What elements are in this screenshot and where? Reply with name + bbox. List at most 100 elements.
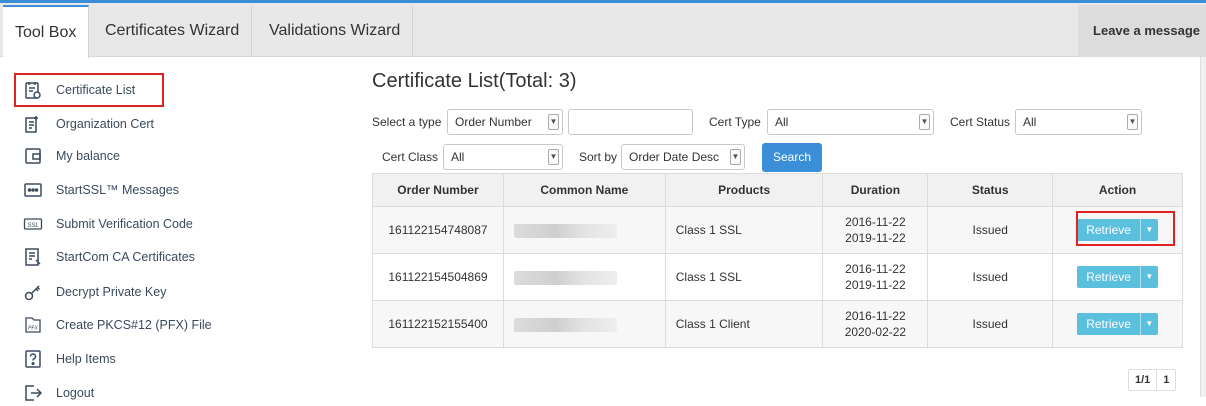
sort-by-label: Sort by [579, 150, 618, 164]
sidebar-item-startcom-ca-certificates[interactable]: StartCom CA Certificates [22, 244, 195, 270]
duration-cell: 2016-11-22 2019-11-22 [822, 253, 929, 301]
sidebar-highlight-box [14, 73, 164, 107]
sidebar-item-decrypt-private-key[interactable]: Decrypt Private Key [22, 279, 166, 305]
svg-text:SSL: SSL [27, 223, 38, 229]
sidebar-item-label: StartSSL™ Messages [56, 183, 179, 197]
product-cell: Class 1 SSL [664, 253, 824, 301]
sidebar-item-label: My balance [56, 149, 120, 163]
table-row: 161122152155400 Class 1 Client 2016-11-2… [372, 300, 1183, 348]
action-cell: Retrieve ▼ [1052, 253, 1183, 301]
top-tab-bar: Tool Box Certificates Wizard Validations… [0, 0, 1206, 58]
sidebar-item-help-items[interactable]: Help Items [22, 346, 116, 372]
duration-start: 2016-11-22 [845, 309, 906, 323]
sort-by-value: Order Date Desc [629, 150, 720, 164]
key-icon [22, 281, 44, 303]
cert-class-label: Cert Class [382, 150, 439, 164]
order-number-cell: 161122154748087 [372, 206, 504, 254]
sidebar-item-logout[interactable]: Logout [22, 380, 94, 406]
pfx-file-icon: PFX [22, 314, 44, 336]
cert-status-label: Cert Status [950, 115, 1011, 129]
svg-text:PFX: PFX [28, 326, 38, 332]
duration-start: 2016-11-22 [845, 215, 906, 229]
column-header: Status [927, 173, 1054, 207]
vertical-scrollbar[interactable] [1200, 57, 1206, 397]
cert-class-value: All [451, 150, 465, 164]
chevron-down-icon: ▼ [919, 114, 930, 130]
chevron-down-icon: ▼ [730, 149, 741, 165]
order-number-cell: 161122154504869 [372, 253, 504, 301]
page-link-current[interactable]: 1 [1156, 370, 1175, 390]
organization-cert-icon [22, 113, 44, 135]
sidebar-item-label: Decrypt Private Key [56, 285, 167, 299]
page-summary: 1/1 [1135, 374, 1151, 386]
sort-by-dropdown[interactable]: Order Date Desc ▼ [621, 144, 745, 170]
select-type-value: Order Number [455, 115, 532, 129]
message-icon [22, 179, 44, 201]
tab-certificates-wizard[interactable]: Certificates Wizard [93, 5, 253, 57]
pagination: 1/1 1 [1128, 369, 1177, 391]
cert-type-label: Cert Type [709, 115, 761, 129]
sidebar-item-label: Organization Cert [56, 117, 154, 131]
duration-end: 2019-11-22 [845, 231, 906, 245]
sidebar-item-label: Help Items [56, 352, 116, 366]
chevron-down-icon: ▼ [1127, 114, 1138, 130]
common-name-cell [502, 206, 666, 254]
certificate-table: Order Number Common Name Products Durati… [372, 173, 1183, 348]
sidebar-item-organization-cert[interactable]: Organization Cert [22, 111, 154, 137]
table-row: 161122154748087 Class 1 SSL 2016-11-22 20… [372, 206, 1183, 254]
sidebar-item-label: Submit Verification Code [56, 217, 193, 231]
status-cell: Issued [927, 206, 1054, 254]
leave-message-button[interactable]: Leave a message [1078, 5, 1206, 57]
retrieve-button-group: Retrieve ▼ [1077, 266, 1158, 288]
column-header: Action [1052, 173, 1183, 207]
top-accent-line [0, 0, 1206, 3]
column-header: Order Number [372, 173, 504, 207]
redacted-common-name [513, 317, 617, 332]
search-button[interactable]: Search [762, 143, 822, 172]
status-cell: Issued [927, 300, 1054, 348]
search-text-input[interactable] [568, 109, 693, 135]
caret-down-icon[interactable]: ▼ [1139, 266, 1158, 288]
chevron-down-icon: ▼ [548, 149, 559, 165]
retrieve-button[interactable]: Retrieve [1077, 266, 1140, 288]
column-header: Common Name [502, 173, 666, 207]
retrieve-button-group: Retrieve ▼ [1077, 313, 1158, 335]
ssl-code-icon: SSL [22, 213, 44, 235]
column-header: Products [664, 173, 824, 207]
product-cell: Class 1 Client [664, 300, 824, 348]
redacted-common-name [513, 270, 617, 285]
action-cell: Retrieve ▼ [1052, 300, 1183, 348]
ca-certificate-icon [22, 246, 44, 268]
page-title: Certificate List(Total: 3) [372, 70, 577, 92]
sidebar-item-my-balance[interactable]: My balance [22, 143, 120, 169]
cert-status-dropdown[interactable]: All ▼ [1015, 109, 1142, 135]
sidebar-item-create-pkcs12[interactable]: PFX Create PKCS#12 (PFX) File [22, 312, 212, 338]
cert-status-value: All [1023, 115, 1037, 129]
tab-tool-box[interactable]: Tool Box [3, 5, 90, 58]
retrieve-button[interactable]: Retrieve [1077, 313, 1140, 335]
table-row: 161122154504869 Class 1 SSL 2016-11-22 20… [372, 253, 1183, 301]
sidebar-item-label: Logout [56, 386, 95, 400]
cert-class-dropdown[interactable]: All ▼ [443, 144, 563, 170]
status-cell: Issued [927, 253, 1054, 301]
cert-type-dropdown[interactable]: All ▼ [767, 109, 934, 135]
tab-validations-wizard[interactable]: Validations Wizard [257, 5, 414, 57]
duration-cell: 2016-11-22 2019-11-22 [822, 206, 929, 254]
select-type-label: Select a type [372, 115, 442, 129]
column-header: Duration [822, 173, 929, 207]
sidebar-item-submit-verification-code[interactable]: SSL Submit Verification Code [22, 211, 193, 237]
select-type-dropdown[interactable]: Order Number ▼ [447, 109, 563, 135]
sidebar-item-label: Create PKCS#12 (PFX) File [56, 318, 212, 332]
cert-type-value: All [775, 115, 789, 129]
duration-cell: 2016-11-22 2020-02-22 [822, 300, 929, 348]
common-name-cell [502, 300, 666, 348]
duration-start: 2016-11-22 [845, 262, 906, 276]
redacted-common-name [513, 223, 617, 238]
sidebar-item-startssl-messages[interactable]: StartSSL™ Messages [22, 177, 179, 203]
duration-end: 2020-02-22 [844, 325, 907, 339]
wallet-icon [22, 145, 44, 167]
table-header-row: Order Number Common Name Products Durati… [372, 173, 1183, 207]
sidebar-item-label: StartCom CA Certificates [56, 250, 195, 264]
caret-down-icon[interactable]: ▼ [1139, 313, 1158, 335]
order-number-cell: 161122152155400 [372, 300, 504, 348]
